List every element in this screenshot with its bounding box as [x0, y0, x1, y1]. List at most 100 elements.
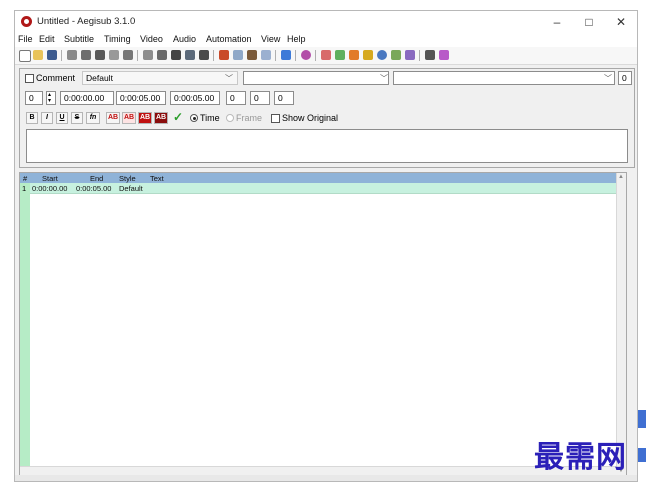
toolbar-separator	[61, 50, 62, 61]
macro-icon[interactable]	[439, 50, 449, 60]
fonts-collector-icon[interactable]	[143, 50, 153, 60]
menu-view[interactable]: View	[261, 34, 280, 44]
zoom-icon[interactable]	[335, 50, 345, 60]
kanji-timer-icon[interactable]	[185, 50, 195, 60]
menu-subtitle[interactable]: Subtitle	[64, 34, 94, 44]
margin-vertical-value: 0	[278, 93, 283, 103]
cell-end: 0:00:05.00	[76, 184, 112, 193]
new-file-icon[interactable]	[19, 50, 31, 62]
toolbar-separator	[137, 50, 138, 61]
find-icon[interactable]	[233, 50, 243, 60]
toolbar-separator	[419, 50, 420, 61]
minimize-button[interactable]: –	[543, 14, 571, 30]
close-button[interactable]: ✕	[607, 14, 635, 30]
show-original-checkbox[interactable]	[271, 114, 280, 123]
snap-start-icon[interactable]	[301, 50, 311, 60]
margin-left-field[interactable]: 0	[226, 91, 246, 105]
row-number[interactable]: 1	[22, 184, 26, 193]
checkmark-icon[interactable]: ✓	[173, 110, 183, 124]
menu-automation[interactable]: Automation	[206, 34, 252, 44]
column-header-style[interactable]: Style	[119, 174, 136, 183]
replace-icon[interactable]	[247, 50, 257, 60]
scroll-up-icon[interactable]: ▲	[618, 174, 624, 180]
strikeout-button[interactable]: S	[71, 112, 83, 124]
subtitle-text-editor[interactable]	[26, 129, 628, 163]
style-dropdown[interactable]: Default	[82, 71, 238, 85]
start-time-field[interactable]: 0:00:00.00	[60, 91, 114, 105]
layer-field[interactable]: 0	[618, 71, 632, 85]
toolbar-separator	[295, 50, 296, 61]
outline-color-button[interactable]: AB	[138, 112, 152, 124]
column-header-text[interactable]: Text	[150, 174, 164, 183]
subtitle-grid: # Start End Style Text 1 0:00:00.00 0:00…	[19, 172, 627, 476]
secondary-color-button[interactable]: AB	[122, 112, 136, 124]
bold-button[interactable]: B	[26, 112, 38, 124]
table-row[interactable]: 0:00:00.00 0:00:05.00 Default	[30, 183, 626, 194]
margin-right-value: 0	[254, 93, 259, 103]
select-lines-icon[interactable]	[377, 50, 387, 60]
show-original-label: Show Original	[282, 113, 339, 123]
column-header-end[interactable]: End	[90, 174, 103, 183]
margin-vertical-field[interactable]: 0	[274, 91, 294, 105]
attachments-icon[interactable]	[123, 50, 133, 60]
video-details-icon[interactable]	[281, 50, 291, 60]
layer-spinner[interactable]: ▴ ▾	[46, 91, 56, 105]
menu-timing[interactable]: Timing	[104, 34, 131, 44]
chevron-down-icon: ﹀	[604, 74, 612, 83]
actor-dropdown[interactable]	[243, 71, 389, 85]
duration-field[interactable]: 0:00:05.00	[170, 91, 220, 105]
timing-postprocess-icon[interactable]	[171, 50, 181, 60]
grid-vertical-scrollbar[interactable]: ▲ ▼	[616, 173, 626, 475]
snap-end-icon[interactable]	[321, 50, 331, 60]
line-layer-value: 0	[29, 93, 34, 103]
jump-icon[interactable]	[67, 50, 77, 60]
frame-radio[interactable]	[226, 114, 234, 122]
end-time-field[interactable]: 0:00:05.00	[116, 91, 166, 105]
effect-dropdown[interactable]	[393, 71, 615, 85]
font-button[interactable]: fn	[86, 112, 100, 124]
italic-button[interactable]: I	[41, 112, 53, 124]
primary-color-button[interactable]: AB	[106, 112, 120, 124]
help-icon[interactable]	[405, 50, 415, 60]
end-time-value: 0:00:05.00	[120, 93, 161, 103]
grid-horizontal-scrollbar[interactable]	[20, 466, 617, 475]
column-header-start[interactable]: Start	[42, 174, 58, 183]
options-icon[interactable]	[349, 50, 359, 60]
toolbar-separator	[275, 50, 276, 61]
window-title: Untitled - Aegisub 3.1.0	[37, 16, 136, 27]
dummy-video-icon[interactable]	[391, 50, 401, 60]
shift-times-icon[interactable]	[81, 50, 91, 60]
toolbar	[15, 47, 637, 65]
spell-check-icon[interactable]	[219, 50, 229, 60]
watermark-text: 最需网	[534, 440, 627, 475]
subtitle-edit-box: Comment Default ﹀ ﹀ ﹀ 0 0 ▴ ▾ 0:00:00.00 …	[19, 68, 635, 168]
column-header-number[interactable]: #	[23, 174, 27, 183]
menu-file[interactable]: File	[18, 34, 33, 44]
comment-checkbox[interactable]	[25, 74, 34, 83]
save-icon[interactable]	[47, 50, 57, 60]
styles-manager-icon[interactable]	[95, 50, 105, 60]
line-layer-field[interactable]: 0	[25, 91, 43, 105]
shadow-color-button[interactable]: AB	[154, 112, 168, 124]
chevron-down-icon: ﹀	[380, 74, 388, 83]
grid-header: # Start End Style Text	[20, 173, 626, 183]
properties-icon[interactable]	[109, 50, 119, 60]
menu-help[interactable]: Help	[287, 34, 306, 44]
translation-assistant-icon[interactable]	[199, 50, 209, 60]
toolbar-separator	[213, 50, 214, 61]
automation-icon[interactable]	[261, 50, 271, 60]
tools-icon[interactable]	[425, 50, 435, 60]
margin-left-value: 0	[230, 93, 235, 103]
open-file-icon[interactable]	[33, 50, 43, 60]
title-bar[interactable]: Untitled - Aegisub 3.1.0 – □ ✕	[15, 11, 637, 33]
resample-icon[interactable]	[157, 50, 167, 60]
menu-edit[interactable]: Edit	[39, 34, 55, 44]
layer-value: 0	[622, 73, 627, 83]
menu-audio[interactable]: Audio	[173, 34, 196, 44]
underline-button[interactable]: U	[56, 112, 68, 124]
margin-right-field[interactable]: 0	[250, 91, 270, 105]
maximize-button[interactable]: □	[575, 14, 603, 30]
time-radio[interactable]	[190, 114, 198, 122]
hotkeys-icon[interactable]	[363, 50, 373, 60]
menu-video[interactable]: Video	[140, 34, 163, 44]
